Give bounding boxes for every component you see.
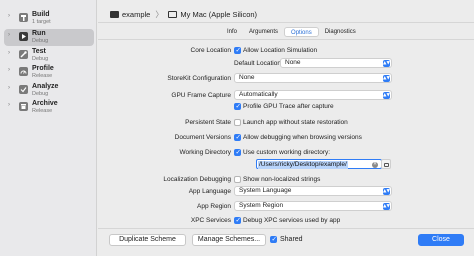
sidebar-item-run[interactable]: › Run Debug: [4, 29, 94, 46]
sidebar-item-analyze[interactable]: › Analyze Debug: [4, 82, 94, 99]
allow-debugging-versions-text: Allow debugging when browsing versions: [243, 134, 362, 141]
sidebar-item-subtitle: Debug: [32, 56, 49, 62]
tabs-divider: [98, 39, 474, 40]
disclosure-chevron-icon[interactable]: ›: [8, 50, 10, 56]
tab-info[interactable]: Info: [221, 27, 243, 37]
xpc-services-label: XPC Services: [190, 217, 231, 224]
debug-xpc-services-checkbox[interactable]: [234, 216, 241, 224]
clear-icon[interactable]: ✕: [372, 161, 378, 168]
shared-checkbox[interactable]: [270, 235, 277, 243]
app-language-label: App Language: [188, 188, 231, 195]
app-language-value: System Language: [239, 187, 292, 194]
scheme-editor-main: example 〉 My Mac (Apple Silicon) Info Ar…: [98, 0, 474, 256]
document-versions-label: Document Versions: [174, 134, 231, 141]
chevron-updown-icon: ▲▼: [383, 203, 390, 210]
debug-xpc-services-text: Debug XPC services used by app: [243, 217, 341, 224]
profile-gpu-trace-text: Profile GPU Trace after capture: [243, 103, 334, 110]
close-button[interactable]: Close: [418, 234, 464, 246]
sidebar-item-archive[interactable]: › Archive Release: [4, 99, 94, 116]
sidebar-item-title: Build: [32, 11, 50, 18]
disclosure-chevron-icon[interactable]: ›: [8, 67, 10, 73]
app-language-popup[interactable]: System Language ▲▼: [234, 186, 392, 196]
chevron-updown-icon: ▲▼: [383, 75, 390, 82]
storekit-popup[interactable]: None ▲▼: [234, 73, 392, 83]
breadcrumb-destination[interactable]: My Mac (Apple Silicon): [180, 10, 257, 19]
disclosure-chevron-icon[interactable]: ›: [8, 13, 10, 19]
use-custom-working-directory-text: Use custom working directory:: [243, 149, 331, 156]
localization-debugging-label: Localization Debugging: [163, 176, 231, 183]
tab-options[interactable]: Options: [284, 27, 319, 37]
scheme-action-sidebar: › Build 1 target › Run Debug › Test Debu…: [0, 0, 97, 256]
core-location-label: Core Location: [190, 47, 231, 54]
app-region-popup[interactable]: System Region ▲▼: [234, 201, 392, 211]
disclosure-chevron-icon[interactable]: ›: [8, 102, 10, 108]
gpu-frame-capture-popup[interactable]: Automatically ▲▼: [234, 90, 392, 100]
gpu-frame-capture-label: GPU Frame Capture: [171, 92, 231, 99]
terminal-icon: [110, 10, 119, 18]
app-region-label: App Region: [197, 203, 231, 210]
breadcrumb: example 〉 My Mac (Apple Silicon): [110, 8, 257, 20]
default-location-label: Default Location: [234, 60, 281, 67]
header-divider: [98, 22, 474, 23]
persistent-state-label: Persistent State: [185, 119, 231, 126]
disclosure-chevron-icon[interactable]: ›: [8, 85, 10, 91]
gpu-frame-capture-value: Automatically: [239, 91, 278, 98]
sidebar-item-title: Archive: [32, 100, 58, 107]
sidebar-item-title: Profile: [32, 65, 54, 72]
folder-icon: [384, 162, 389, 167]
play-icon: [19, 32, 28, 41]
breadcrumb-scheme[interactable]: example: [122, 10, 150, 19]
launch-without-restoration-checkbox[interactable]: [234, 119, 241, 126]
allow-location-simulation-checkbox[interactable]: [234, 46, 241, 54]
sidebar-item-subtitle: Debug: [32, 38, 49, 44]
sidebar-item-subtitle: Release: [32, 73, 53, 79]
chevron-updown-icon: ▲▼: [383, 188, 390, 195]
storekit-label: StoreKit Configuration: [167, 75, 231, 82]
sidebar-item-subtitle: Debug: [32, 91, 49, 97]
choose-folder-button[interactable]: [381, 159, 391, 169]
gauge-icon: [19, 67, 28, 76]
sidebar-item-test[interactable]: › Test Debug: [4, 47, 94, 64]
allow-debugging-versions-checkbox[interactable]: [234, 133, 241, 141]
sidebar-item-profile[interactable]: › Profile Release: [4, 64, 94, 81]
manage-schemes-button[interactable]: Manage Schemes...: [192, 234, 266, 246]
wrench-icon: [19, 50, 28, 59]
app-region-value: System Region: [239, 202, 284, 209]
working-directory-label: Working Directory: [179, 149, 231, 156]
working-directory-path-field[interactable]: /Users/ricky/Desktop/example/ ✕: [256, 159, 382, 169]
sidebar-item-build[interactable]: › Build 1 target: [4, 10, 94, 27]
allow-location-simulation-text: Allow Location Simulation: [243, 47, 318, 54]
tab-diagnostics[interactable]: Diagnostics: [319, 27, 362, 37]
sidebar-item-subtitle: 1 target: [32, 19, 51, 25]
sidebar-item-title: Run: [32, 30, 46, 37]
sidebar-item-title: Test: [32, 48, 46, 55]
archive-icon: [19, 102, 28, 111]
disclosure-chevron-icon[interactable]: ›: [8, 32, 10, 38]
duplicate-scheme-button[interactable]: Duplicate Scheme: [109, 234, 186, 246]
default-location-popup[interactable]: None ▲▼: [280, 58, 392, 68]
use-custom-working-directory-checkbox[interactable]: [234, 148, 241, 156]
tab-arguments[interactable]: Arguments: [243, 27, 284, 37]
sidebar-item-title: Analyze: [32, 83, 59, 90]
show-non-localized-text: Show non-localized strings: [243, 176, 321, 183]
launch-without-restoration-text: Launch app without state restoration: [243, 119, 348, 126]
sidebar-item-subtitle: Release: [32, 108, 53, 114]
mac-icon: [168, 10, 178, 18]
shared-text: Shared: [280, 236, 303, 243]
show-non-localized-checkbox[interactable]: [234, 176, 241, 183]
chevron-updown-icon: ▲▼: [383, 60, 390, 67]
breadcrumb-separator: 〉: [155, 9, 164, 19]
default-location-value: None: [285, 59, 301, 66]
working-directory-path: /Users/ricky/Desktop/example/: [258, 160, 348, 169]
hammer-icon: [19, 13, 28, 22]
tab-bar: Info Arguments Options Diagnostics: [221, 27, 362, 37]
storekit-value: None: [239, 74, 255, 81]
chevron-updown-icon: ▲▼: [383, 92, 390, 99]
analyze-icon: [19, 85, 28, 94]
profile-gpu-trace-checkbox[interactable]: [234, 102, 241, 110]
